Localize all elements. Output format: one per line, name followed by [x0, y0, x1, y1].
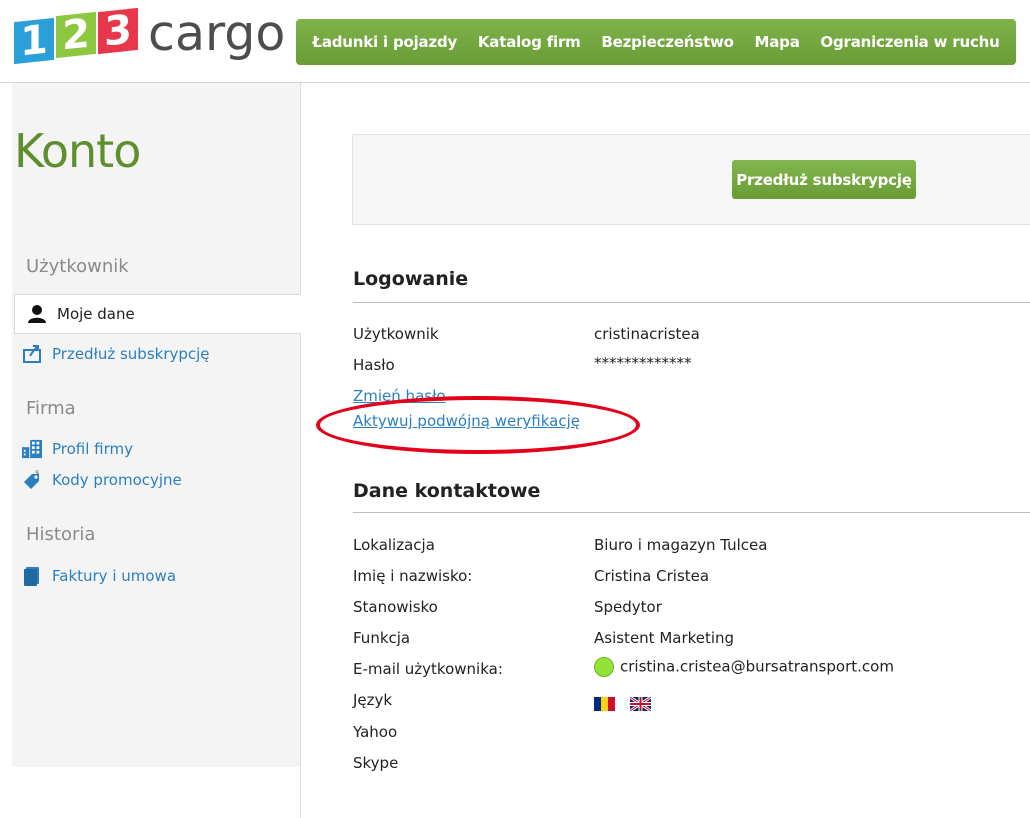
sidebar-item-extend-subscription[interactable]: Przedłuż subskrypcję [22, 340, 210, 368]
sidebar-item-label: Moje dane [57, 305, 135, 323]
svg-text:$: $ [35, 470, 39, 477]
sidebar-item-label: Faktury i umowa [52, 567, 177, 585]
yahoo-label: Yahoo [353, 723, 398, 741]
username-label: Użytkownik [353, 325, 439, 343]
language-flags [594, 694, 661, 712]
email-label: E-mail użytkownika: [353, 660, 503, 678]
sidebar-item-label: Kody promocyjne [52, 471, 182, 489]
language-label: Język [353, 691, 393, 709]
password-value: ************* [594, 354, 692, 372]
sidebar-divider [300, 83, 301, 818]
tag-icon: $ [22, 470, 42, 490]
building-icon [22, 439, 42, 459]
main-nav: Ładunki i pojazdy Katalog firm Bezpiecze… [296, 19, 1016, 65]
location-value: Biuro i magazyn Tulcea [594, 536, 768, 554]
sidebar-section-user: Użytkownik [26, 256, 129, 277]
logo-digit-2: 2 [56, 11, 96, 59]
login-divider [353, 302, 1030, 303]
contact-divider [353, 512, 1030, 513]
sidebar-item-my-data[interactable]: Moje dane [14, 294, 301, 334]
name-value: Cristina Cristea [594, 567, 710, 585]
nav-security[interactable]: Bezpieczeństwo [601, 33, 734, 51]
sidebar [12, 83, 300, 767]
sidebar-item-company-profile[interactable]: Profil firmy [22, 435, 133, 463]
logo-blocks: 1 2 3 [14, 6, 142, 65]
function-value: Asistent Marketing [594, 629, 735, 647]
password-label: Hasło [353, 356, 395, 374]
uk-flag-icon [628, 695, 652, 712]
sidebar-section-history: Historia [26, 524, 96, 545]
nav-map[interactable]: Mapa [755, 33, 800, 51]
email-value-row: cristina.cristea@bursatransport.com [594, 657, 894, 677]
skype-label: Skype [353, 754, 399, 772]
sidebar-section-company: Firma [26, 398, 76, 419]
email-value: cristina.cristea@bursatransport.com [620, 657, 894, 676]
sidebar-item-invoices[interactable]: Faktury i umowa [22, 562, 176, 590]
nav-company-catalog[interactable]: Katalog firm [478, 33, 581, 51]
logo[interactable]: 1 2 3 cargo [14, 4, 286, 65]
position-label: Stanowisko [353, 598, 438, 616]
login-heading: Logowanie [353, 268, 469, 290]
location-label: Lokalizacja [353, 536, 435, 554]
logo-text: cargo [148, 4, 286, 62]
nav-loads-vehicles[interactable]: Ładunki i pojazdy [312, 33, 457, 51]
function-label: Funkcja [353, 629, 411, 647]
online-status-icon [594, 657, 614, 677]
username-value: cristinacristea [594, 325, 700, 343]
sidebar-item-label: Profil firmy [52, 440, 134, 458]
sidebar-item-label: Przedłuż subskrypcję [52, 345, 210, 363]
nav-traffic-restrictions[interactable]: Ograniczenia w ruchu [820, 33, 999, 51]
extend-subscription-button[interactable]: Przedłuż subskrypcję [732, 160, 916, 199]
site-header: 1 2 3 cargo Ładunki i pojazdy Katalog fi… [0, 0, 1030, 83]
logo-digit-3: 3 [98, 7, 138, 55]
sidebar-item-promo-codes[interactable]: $ Kody promocyjne [22, 466, 182, 494]
romania-flag-icon [594, 696, 615, 711]
position-value: Spedytor [594, 598, 662, 616]
subscription-panel [352, 134, 1030, 225]
page-title: Konto [14, 124, 141, 178]
contact-heading: Dane kontaktowe [353, 480, 541, 502]
document-icon [22, 566, 42, 586]
name-label: Imię i nazwisko: [353, 567, 473, 585]
renew-icon [22, 344, 42, 364]
highlight-ellipse [316, 396, 640, 454]
user-icon [27, 304, 47, 324]
logo-digit-1: 1 [14, 17, 54, 65]
